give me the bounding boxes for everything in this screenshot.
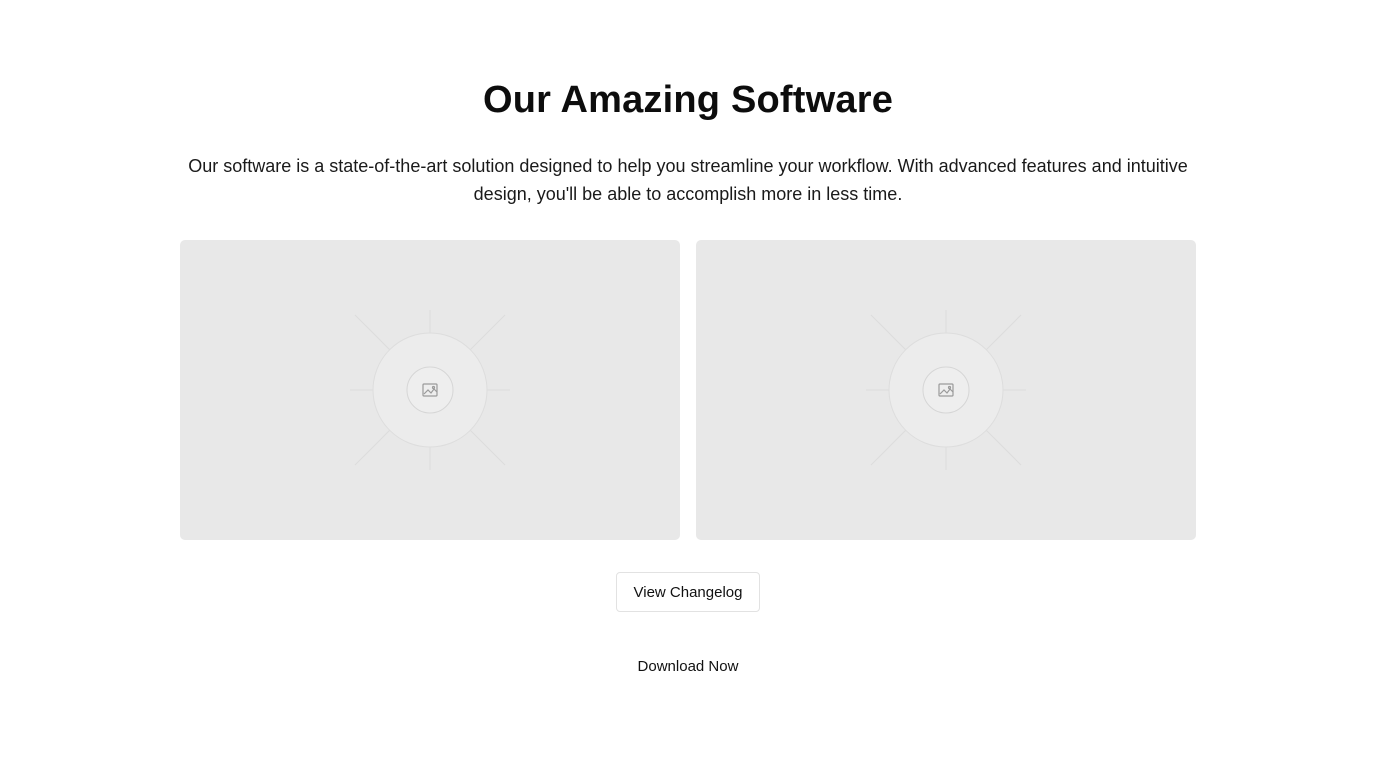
view-changelog-button[interactable]: View Changelog <box>616 572 760 612</box>
image-placeholder-2 <box>696 240 1196 540</box>
image-gallery <box>180 240 1196 540</box>
image-placeholder-1 <box>180 240 680 540</box>
page-title: Our Amazing Software <box>482 79 894 121</box>
page-description: Our software is a state-of-the-art solut… <box>188 156 1188 204</box>
download-now-button[interactable]: Download Now <box>612 648 764 684</box>
page: Our Amazing Software Our software is a s… <box>0 0 1376 768</box>
image-placeholder-icon <box>350 310 510 470</box>
image-placeholder-icon <box>866 310 1026 470</box>
